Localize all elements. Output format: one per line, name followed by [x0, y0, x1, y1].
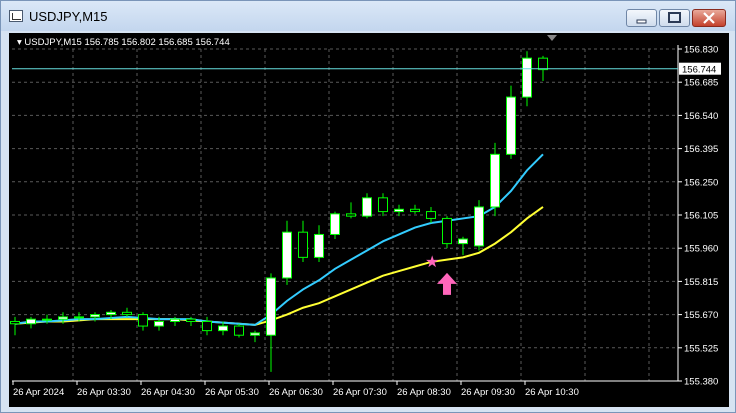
candle-body	[170, 318, 180, 322]
x-tick-label: 26 Apr 06:30	[269, 387, 323, 398]
chart-window-icon	[9, 10, 23, 22]
candle-body	[410, 208, 420, 213]
candlestick-chart[interactable]: 156.830 156.685 156.540 156.395 156.250 156.1…	[9, 33, 729, 407]
minimize-icon	[636, 19, 647, 24]
candle-body	[138, 314, 148, 327]
candle-body	[474, 206, 484, 247]
candle-body	[522, 57, 532, 98]
candle-body	[122, 311, 132, 316]
x-tick-label: 26 Apr 09:30	[461, 387, 515, 398]
close-button[interactable]	[692, 9, 726, 27]
symbol-dropdown-arrow-icon[interactable]: ▾	[17, 37, 22, 48]
window-title: USDJPY,M15	[29, 9, 108, 24]
signal-star-icon: ★	[425, 252, 439, 271]
candle-body	[234, 325, 244, 336]
candle-body	[282, 231, 292, 279]
candle-body	[330, 213, 340, 235]
candle-body	[490, 153, 500, 208]
candle-body	[90, 314, 100, 318]
chart-shift-icon	[547, 35, 557, 41]
y-tick-label: 156.250	[684, 177, 718, 188]
candle-body	[538, 57, 548, 71]
candle-body	[202, 320, 212, 332]
candle-body	[186, 318, 196, 322]
candle-body	[218, 325, 228, 332]
y-tick-label: 155.815	[684, 277, 718, 288]
y-tick-label: 155.380	[684, 377, 718, 388]
candle-body	[26, 318, 36, 325]
maximize-icon	[668, 12, 681, 23]
candle-body	[442, 217, 452, 245]
x-tick-label: 26 Apr 04:30	[141, 387, 195, 398]
candle-body	[346, 213, 356, 217]
candle-body	[378, 197, 388, 213]
candle-body	[58, 316, 68, 320]
candle-body	[298, 231, 308, 258]
candle-body	[74, 316, 84, 319]
maximize-button[interactable]	[659, 9, 690, 27]
candle-body	[362, 197, 372, 217]
symbol-info-bar: ▾ USDJPY,M15 156.785 156.802 156.685 156…	[17, 37, 230, 48]
y-tick-label: 155.960	[684, 244, 718, 255]
candle-body	[154, 320, 164, 327]
chart-area[interactable]: 156.830 156.685 156.540 156.395 156.250 156.1…	[9, 33, 729, 407]
candle-body	[314, 233, 324, 258]
candle-body	[394, 208, 404, 213]
minimize-button[interactable]	[626, 9, 657, 27]
candle-body	[106, 311, 116, 316]
close-icon	[703, 12, 715, 24]
x-tick-label: 26 Apr 2024	[13, 387, 64, 398]
y-tick-label: 156.105	[684, 211, 718, 222]
candle-body	[250, 332, 260, 336]
y-tick-label: 156.830	[684, 45, 718, 56]
chart-window: USDJPY,M15 156.830 156.685 156.540 156.395 1…	[0, 0, 736, 413]
candle-body	[266, 277, 276, 336]
y-tick-label: 156.395	[684, 144, 718, 155]
symbol-label: USDJPY,M15	[24, 37, 82, 48]
x-tick-label: 26 Apr 08:30	[397, 387, 451, 398]
y-tick-label: 155.525	[684, 343, 718, 354]
y-tick-label: 156.540	[684, 111, 718, 122]
current-price-label: 156.744	[682, 65, 716, 76]
ohlc-values: 156.785 156.802 156.685 156.744	[84, 37, 230, 48]
buy-arrow-icon	[437, 272, 457, 295]
title-bar[interactable]: USDJPY,M15	[1, 1, 735, 31]
candle-body	[506, 96, 516, 155]
y-tick-label: 156.685	[684, 78, 718, 89]
candle-body	[426, 211, 436, 219]
x-tick-label: 26 Apr 05:30	[205, 387, 259, 398]
x-tick-label: 26 Apr 03:30	[77, 387, 131, 398]
x-tick-label: 26 Apr 10:30	[525, 387, 579, 398]
candle-body	[10, 320, 20, 325]
candle-body	[42, 318, 52, 321]
candle-body	[458, 238, 468, 245]
y-tick-label: 155.670	[684, 310, 718, 321]
x-tick-label: 26 Apr 07:30	[333, 387, 387, 398]
